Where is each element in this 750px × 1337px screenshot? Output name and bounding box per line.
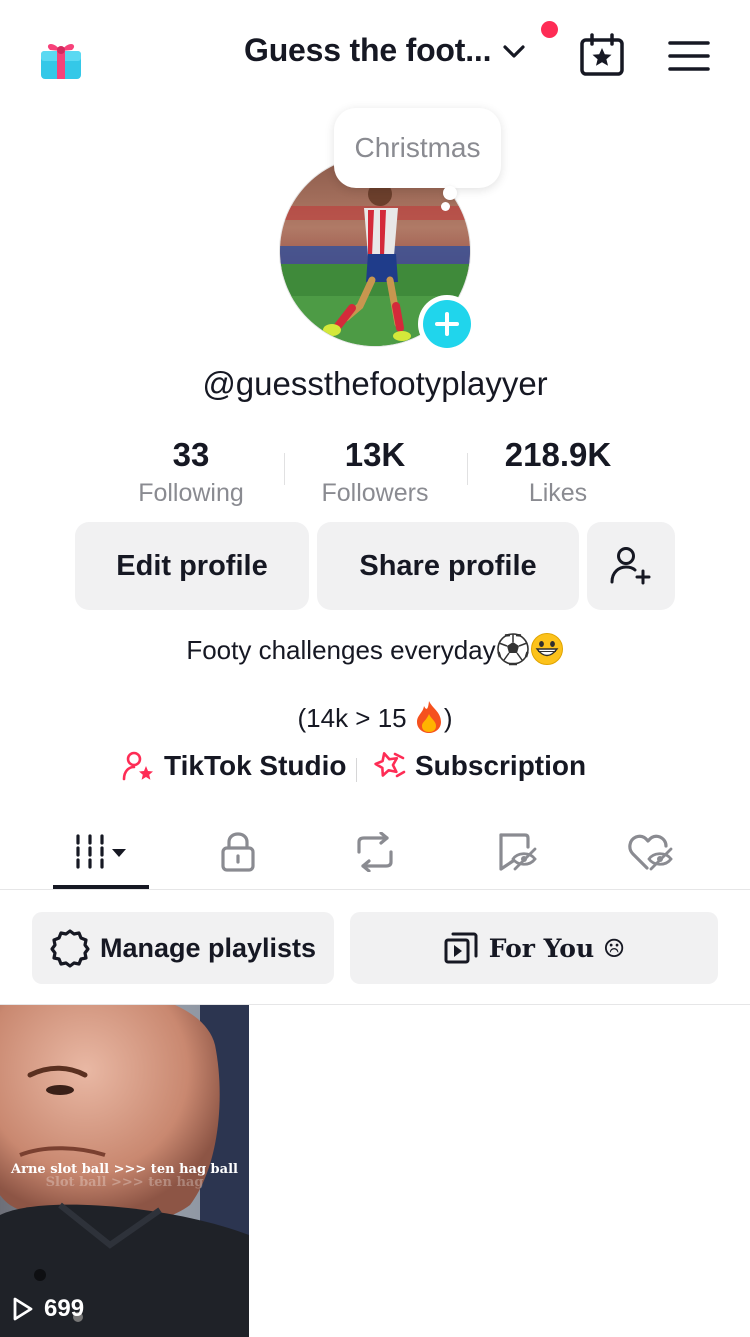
video-thumbnail[interactable]: Arne slot ball >>> ten hag ball Slot bal… [0,1005,249,1337]
video-caption-shadow: Slot ball >>> ten hag [45,1175,204,1190]
stat-divider [467,453,468,485]
stat-value: 218.9K [504,436,612,473]
fire-emoji-icon [416,701,441,733]
view-count: 699 [44,1295,85,1322]
bio-text: Footy challenges everyday [186,635,496,665]
tab-liked[interactable] [602,827,698,877]
manage-playlists-button[interactable]: Manage playlists [32,912,334,984]
playlist-for-you[interactable]: For You ☹ [350,912,718,984]
video-views: 699 [12,1295,84,1323]
playlist-icon [444,932,478,964]
chevron-down-icon[interactable] [501,39,527,65]
stat-label: Followers [321,479,429,507]
videos-grid-icon [76,834,126,869]
menu-icon[interactable] [668,38,710,74]
notification-dot [541,21,558,38]
stat-followers[interactable]: 13K Followers [285,435,465,508]
tiktok-studio-link[interactable]: TikTok Studio [122,750,347,782]
studio-icon [122,751,153,781]
subscription-link[interactable]: Subscription [373,750,586,782]
repost-icon [357,832,393,872]
gift-icon[interactable] [38,33,84,81]
stats-row: 33 Following 13K Followers 218.9K Likes [0,435,750,515]
bio-line-1: Footy challenges everyday [0,632,750,666]
play-icon [13,1297,33,1321]
share-profile-button[interactable]: Share profile [317,522,579,610]
stat-label: Likes [528,479,588,507]
stat-label: Following [138,479,244,507]
bubble-tail-small [441,202,450,211]
edit-profile-button[interactable]: Edit profile [75,522,309,610]
stat-following[interactable]: 33 Following [101,435,281,508]
stat-value: 13K [344,436,406,473]
stat-divider [284,453,285,485]
favorites-hidden-icon [499,833,537,871]
lock-icon [221,832,255,872]
stat-likes[interactable]: 218.9K Likes [468,435,648,508]
add-story-button[interactable] [418,295,476,353]
bio-text-suffix: ) [443,703,453,733]
plus-icon [423,300,471,348]
tab-reposts[interactable] [327,827,423,877]
playlist-for-you-label: For You ☹ [488,933,626,963]
subscription-icon [374,752,406,778]
playlist-settings-icon [50,929,90,968]
profile-links: TikTok Studio Subscription [0,750,750,790]
bio-line-2: (14k > 15 ) [0,700,750,734]
stat-value: 33 [172,436,210,473]
tab-favorites[interactable] [469,827,565,877]
subscription-label: Subscription [415,750,587,781]
soccer-ball-icon [496,633,529,666]
top-bar: Guess the foot... [0,0,750,110]
bio-text-prefix: (14k > 15 [297,703,414,733]
studio-label: TikTok Studio [164,750,347,781]
active-tab-indicator [53,885,149,889]
calendar-star-icon[interactable] [578,33,626,77]
tab-private[interactable] [190,827,286,877]
account-switcher[interactable]: Guess the foot... [244,32,527,69]
content-tabs [0,815,750,890]
bubble-tail [443,186,457,200]
links-divider [356,758,357,782]
liked-hidden-icon [628,834,673,871]
smile-emoji-icon [530,633,563,665]
account-title[interactable]: Guess the foot... [244,32,491,69]
manage-playlists-label: Manage playlists [99,932,317,963]
tab-videos[interactable] [53,827,149,877]
username: @guessthefootyplayyer [202,365,548,402]
add-user-icon [610,547,651,585]
add-friend-button[interactable] [587,522,675,610]
status-bubble[interactable]: Christmas [334,108,501,188]
